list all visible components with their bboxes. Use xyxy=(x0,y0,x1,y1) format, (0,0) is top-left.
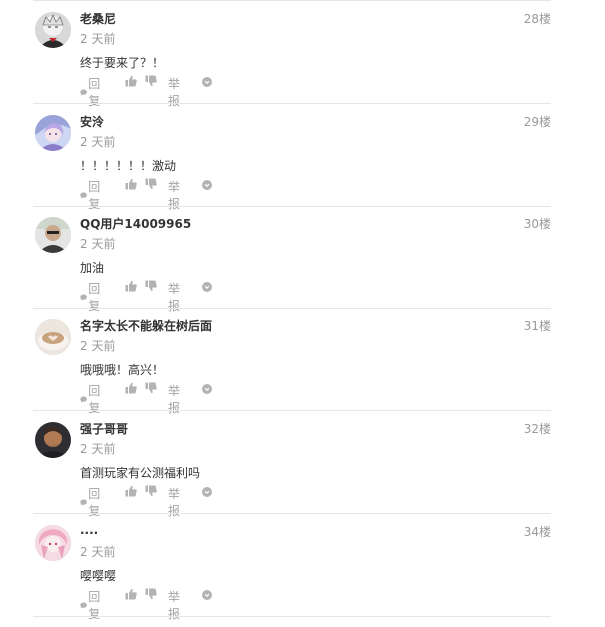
timestamp: 2 天前 xyxy=(80,545,116,559)
more-circle-icon xyxy=(202,282,212,292)
thumbs-down-icon xyxy=(145,75,157,87)
speech-bubble-icon xyxy=(80,89,87,96)
comment-item: QQ用户14009965 2 天前 30楼 加油 回复 举报 xyxy=(33,206,551,313)
comment-list: 老桑尼 2 天前 28楼 终于要来了？！ 回复 举报 安泠 2 天前 29楼 ！… xyxy=(0,0,605,627)
floor-number: 29楼 xyxy=(523,115,551,129)
thumbs-up-icon xyxy=(125,178,137,190)
avatar[interactable] xyxy=(35,319,71,355)
comment-text: ！！！！！！激动 xyxy=(80,159,177,173)
dislike-button[interactable] xyxy=(145,178,157,190)
speech-bubble-icon xyxy=(80,499,87,506)
avatar[interactable] xyxy=(35,422,71,458)
thumbs-down-icon xyxy=(145,588,157,600)
username[interactable]: 名字太长不能躲在树后面 xyxy=(80,317,212,334)
avatar[interactable] xyxy=(35,217,71,253)
comment-text: 嘤嘤嘤 xyxy=(80,569,117,583)
floor-number: 31楼 xyxy=(523,319,551,333)
thumbs-up-icon xyxy=(125,588,137,600)
more-circle-icon xyxy=(202,77,212,87)
timestamp: 2 天前 xyxy=(80,32,116,46)
more-button[interactable] xyxy=(202,282,212,292)
more-circle-icon xyxy=(202,180,212,190)
more-button[interactable] xyxy=(202,77,212,87)
more-circle-icon xyxy=(202,487,212,497)
more-button[interactable] xyxy=(202,487,212,497)
floor-number: 34楼 xyxy=(523,525,551,539)
dislike-button[interactable] xyxy=(145,588,157,600)
thumbs-down-icon xyxy=(145,382,157,394)
comment-text: 加油 xyxy=(80,261,105,275)
like-button[interactable] xyxy=(125,178,137,190)
username[interactable]: 强子哥哥 xyxy=(80,420,128,437)
timestamp: 2 天前 xyxy=(80,135,116,149)
comment-item: .... 2 天前 34楼 嘤嘤嘤 回复 举报 xyxy=(33,514,551,621)
username[interactable]: 安泠 xyxy=(80,113,104,130)
thumbs-down-icon xyxy=(145,178,157,190)
dislike-button[interactable] xyxy=(145,485,157,497)
comment-text: 终于要来了？！ xyxy=(80,56,165,70)
dislike-button[interactable] xyxy=(145,382,157,394)
thumbs-up-icon xyxy=(125,485,137,497)
avatar[interactable] xyxy=(35,115,71,151)
like-button[interactable] xyxy=(125,588,137,600)
comment-item: 名字太长不能躲在树后面 2 天前 31楼 哦哦哦！高兴！ 回复 举报 xyxy=(33,308,551,415)
more-button[interactable] xyxy=(202,180,212,190)
speech-bubble-icon xyxy=(80,192,87,199)
speech-bubble-icon xyxy=(80,396,87,403)
avatar[interactable] xyxy=(35,525,71,561)
thumbs-up-icon xyxy=(125,382,137,394)
dislike-button[interactable] xyxy=(145,280,157,292)
username[interactable]: .... xyxy=(80,523,98,537)
speech-bubble-icon xyxy=(80,294,87,301)
like-button[interactable] xyxy=(125,75,137,87)
username[interactable]: QQ用户14009965 xyxy=(80,215,191,232)
comment-item: 强子哥哥 2 天前 32楼 首测玩家有公测福利吗 回复 举报 xyxy=(33,411,551,518)
thumbs-down-icon xyxy=(145,485,157,497)
more-button[interactable] xyxy=(202,384,212,394)
divider xyxy=(33,616,551,617)
thumbs-up-icon xyxy=(125,75,137,87)
username[interactable]: 老桑尼 xyxy=(80,10,116,27)
thumbs-down-icon xyxy=(145,280,157,292)
dislike-button[interactable] xyxy=(145,75,157,87)
avatar[interactable] xyxy=(35,12,71,48)
more-circle-icon xyxy=(202,384,212,394)
like-button[interactable] xyxy=(125,280,137,292)
speech-bubble-icon xyxy=(80,602,87,609)
timestamp: 2 天前 xyxy=(80,442,116,456)
floor-number: 30楼 xyxy=(523,217,551,231)
floor-number: 32楼 xyxy=(523,422,551,436)
like-button[interactable] xyxy=(125,485,137,497)
timestamp: 2 天前 xyxy=(80,339,116,353)
comment-item: 安泠 2 天前 29楼 ！！！！！！激动 回复 举报 xyxy=(33,104,551,211)
comment-text: 首测玩家有公测福利吗 xyxy=(80,466,201,480)
thumbs-up-icon xyxy=(125,280,137,292)
timestamp: 2 天前 xyxy=(80,237,116,251)
comment-item: 老桑尼 2 天前 28楼 终于要来了？！ 回复 举报 xyxy=(33,1,551,108)
more-button[interactable] xyxy=(202,590,212,600)
floor-number: 28楼 xyxy=(523,12,551,26)
like-button[interactable] xyxy=(125,382,137,394)
more-circle-icon xyxy=(202,590,212,600)
comment-text: 哦哦哦！高兴！ xyxy=(80,363,165,377)
